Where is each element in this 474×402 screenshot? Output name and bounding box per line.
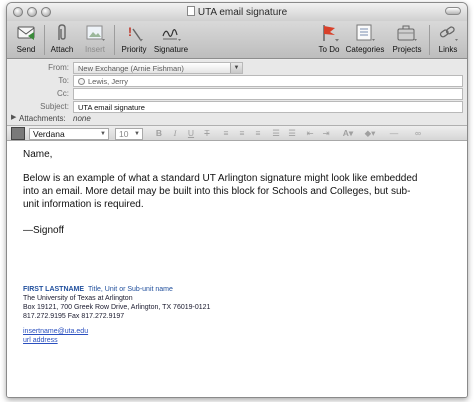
- attachments-label: Attachments:: [19, 114, 66, 123]
- toolbar: Send Attach Insert ! Priority Signature …: [7, 21, 467, 59]
- highlight-color-icon[interactable]: ◆▾: [361, 128, 379, 139]
- projects-button[interactable]: Projects: [389, 23, 425, 57]
- categories-label: Categories: [345, 45, 385, 54]
- contact-icon: [78, 78, 85, 85]
- insert-picture-icon: [84, 23, 106, 43]
- toolbar-separator: [44, 25, 45, 55]
- links-button[interactable]: Links: [435, 23, 461, 57]
- from-label: From:: [48, 63, 69, 72]
- priority-label: Priority: [121, 45, 147, 54]
- signature-button[interactable]: Signature: [153, 23, 189, 57]
- categories-icon: [354, 23, 376, 43]
- cc-field[interactable]: [73, 88, 463, 100]
- signature-address: Box 19121, 700 Greek Row Drive, Arlingto…: [23, 304, 211, 311]
- signature-title: Title, Unit or Sub-unit name: [87, 286, 173, 293]
- chevron-down-icon: ▼: [100, 131, 106, 137]
- title-bar: UTA email signature: [7, 3, 467, 21]
- projects-label: Projects: [392, 45, 422, 54]
- flag-icon: [318, 23, 340, 43]
- font-size-select[interactable]: 10 ▼: [115, 128, 143, 140]
- window-title-container: UTA email signature: [7, 6, 467, 18]
- align-center-icon[interactable]: ≡: [235, 128, 249, 139]
- subject-row: Subject: UTA email signature: [7, 101, 467, 113]
- attach-button[interactable]: Attach: [49, 23, 75, 57]
- priority-button[interactable]: ! Priority: [119, 23, 149, 57]
- message-headers: From: New Exchange (Arnie Fishman) ▼ To:…: [7, 60, 467, 126]
- text-color-icon[interactable]: A▾: [339, 128, 357, 139]
- categories-button[interactable]: Categories: [345, 23, 385, 57]
- cc-label: Cc:: [57, 89, 69, 98]
- greeting-text: Name,: [23, 149, 53, 160]
- todo-button[interactable]: To Do: [317, 23, 341, 57]
- link-format-icon[interactable]: ∞: [409, 128, 427, 139]
- signature-url-link[interactable]: url address: [23, 337, 58, 344]
- signoff-text: —Signoff: [23, 225, 64, 236]
- links-label: Links: [438, 45, 458, 54]
- message-window: UTA email signature Send Attach Insert !…: [6, 2, 468, 398]
- priority-icon: !: [123, 23, 145, 43]
- font-select[interactable]: Verdana ▼: [29, 128, 109, 140]
- subject-field[interactable]: UTA email signature: [73, 101, 463, 113]
- send-button[interactable]: Send: [13, 23, 39, 57]
- toolbar-toggle-button[interactable]: [445, 7, 461, 15]
- underline-button[interactable]: U: [185, 128, 197, 139]
- body-line-3: unit information is required.: [23, 199, 144, 210]
- horizontal-line-icon[interactable]: —: [385, 128, 403, 139]
- to-value: Lewis, Jerry: [88, 77, 129, 86]
- align-left-icon[interactable]: ≡: [219, 128, 233, 139]
- todo-label: To Do: [318, 45, 340, 54]
- signature-name: FIRST LASTNAME: [23, 286, 85, 293]
- document-icon: [186, 6, 195, 16]
- italic-button[interactable]: I: [169, 128, 181, 139]
- to-row: To: Lewis, Jerry: [7, 75, 467, 87]
- chain-link-icon: [437, 23, 459, 43]
- chevron-down-icon: ▼: [134, 131, 140, 137]
- format-palette-icon[interactable]: [11, 127, 25, 140]
- disclosure-triangle-icon[interactable]: ▶: [11, 113, 16, 121]
- briefcase-icon: [396, 23, 418, 43]
- chevron-down-icon: ▼: [230, 63, 242, 73]
- send-label: Send: [16, 45, 36, 54]
- message-body[interactable]: Name, Below is an example of what a stan…: [7, 141, 467, 397]
- align-right-icon[interactable]: ≡: [251, 128, 265, 139]
- from-select[interactable]: New Exchange (Arnie Fishman) ▼: [73, 62, 243, 74]
- from-row: From: New Exchange (Arnie Fishman) ▼: [7, 62, 467, 74]
- numbered-list-icon[interactable]: ☰: [285, 128, 299, 139]
- cc-row: Cc:: [7, 88, 467, 100]
- strikethrough-button[interactable]: T: [201, 128, 213, 139]
- to-label: To:: [58, 76, 69, 85]
- attach-label: Attach: [50, 45, 74, 54]
- signature-phone: 817.272.9195 Fax 817.272.9197: [23, 313, 125, 320]
- insert-label: Insert: [84, 45, 105, 54]
- toolbar-separator: [429, 25, 430, 55]
- signature-email-link[interactable]: insertname@uta.edu: [23, 328, 88, 335]
- attachments-row: ▶ Attachments: none: [7, 113, 467, 125]
- to-field[interactable]: Lewis, Jerry: [73, 75, 463, 87]
- decrease-indent-icon[interactable]: ⇤: [303, 128, 317, 139]
- increase-indent-icon[interactable]: ⇥: [319, 128, 333, 139]
- body-line-1: Below is an example of what a standard U…: [23, 173, 418, 184]
- send-icon: [15, 23, 37, 43]
- attachments-value: none: [73, 114, 91, 123]
- font-value: Verdana: [33, 129, 65, 139]
- signature-label: Signature: [153, 45, 189, 54]
- signature-org: The University of Texas at Arlington: [23, 295, 133, 302]
- subject-value: UTA email signature: [78, 103, 145, 112]
- paperclip-icon: [51, 23, 73, 43]
- font-size-value: 10: [119, 129, 129, 139]
- formatting-bar: Verdana ▼ 10 ▼ B I U T ≡ ≡ ≡ ☰ ☰ ⇤ ⇥ A▾ …: [7, 125, 467, 141]
- bold-button[interactable]: B: [153, 128, 165, 139]
- subject-label: Subject:: [40, 102, 69, 111]
- insert-button[interactable]: Insert: [81, 23, 109, 57]
- bullet-list-icon[interactable]: ☰: [269, 128, 283, 139]
- body-line-2: into an email. More detail may be built …: [23, 186, 411, 197]
- from-value: New Exchange (Arnie Fishman): [78, 64, 184, 73]
- signature-icon: [160, 23, 182, 43]
- window-title: UTA email signature: [197, 7, 288, 18]
- signature-name-line: FIRST LASTNAME Title, Unit or Sub-unit n…: [23, 285, 210, 294]
- signature-block: FIRST LASTNAME Title, Unit or Sub-unit n…: [23, 285, 210, 345]
- toolbar-separator: [114, 25, 115, 55]
- svg-text:!: !: [128, 25, 132, 39]
